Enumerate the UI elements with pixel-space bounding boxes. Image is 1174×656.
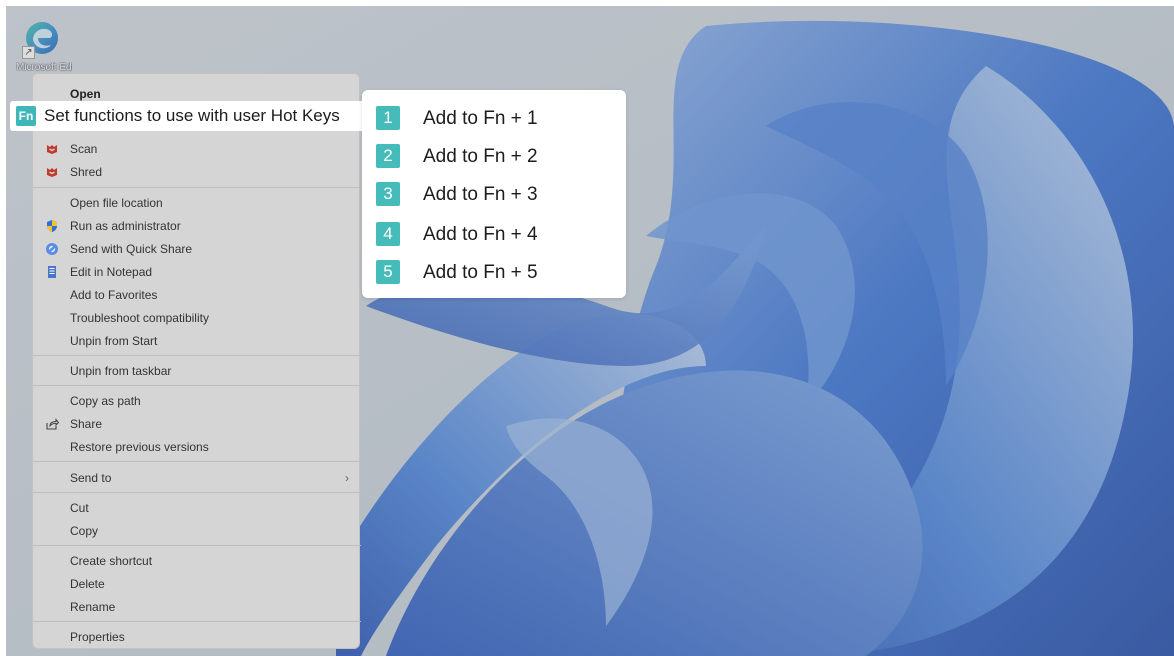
menu-item-label: Share: [70, 417, 103, 431]
number-1-icon: 1: [376, 106, 400, 130]
submenu-item-label: Add to Fn + 3: [423, 184, 538, 205]
menu-item-label: Unpin from Start: [70, 334, 158, 348]
menu-item-label: Rename: [70, 600, 116, 614]
menu-item-label: Troubleshoot compatibility: [70, 311, 209, 325]
number-4-icon: 4: [376, 222, 400, 246]
menu-separator: [33, 545, 361, 546]
hotkeys-submenu: 1 Add to Fn + 1 2 Add to Fn + 2 3 Add to…: [362, 90, 626, 298]
submenu-item-label: Add to Fn + 4: [423, 224, 538, 245]
menu-item-troubleshoot[interactable]: Troubleshoot compatibility: [33, 307, 361, 329]
menu-item-set-hotkeys[interactable]: Fn Set functions to use with user Hot Ke…: [10, 101, 365, 131]
menu-item-label: Add to Favorites: [70, 288, 158, 302]
submenu-item-fn-3[interactable]: 3 Add to Fn + 3: [376, 181, 616, 209]
quick-share-icon: [46, 243, 58, 255]
share-icon: [46, 418, 59, 430]
menu-item-edit-notepad[interactable]: Edit in Notepad: [33, 261, 361, 283]
menu-item-share[interactable]: Share: [33, 413, 361, 435]
menu-item-properties[interactable]: Properties: [33, 626, 361, 648]
menu-item-restore-versions[interactable]: Restore previous versions: [33, 436, 361, 458]
menu-item-scan[interactable]: Scan: [33, 138, 361, 160]
menu-item-label: Send to: [70, 471, 112, 485]
mcafee-icon: [47, 145, 57, 154]
submenu-item-label: Add to Fn + 2: [423, 146, 538, 167]
menu-item-rename[interactable]: Rename: [33, 596, 361, 618]
submenu-item-label: Add to Fn + 5: [423, 262, 538, 283]
shield-icon: [47, 220, 57, 232]
submenu-item-label: Add to Fn + 1: [423, 108, 538, 129]
menu-item-label: Send with Quick Share: [70, 242, 193, 256]
notepad-icon: [48, 266, 56, 278]
menu-item-label: Edit in Notepad: [70, 265, 153, 279]
menu-item-label: Open file location: [70, 196, 163, 210]
menu-item-cut[interactable]: Cut: [33, 497, 361, 519]
number-3-icon: 3: [376, 182, 400, 206]
context-menu: Open Scan Shred Open file location Run a…: [32, 73, 361, 649]
menu-separator: [33, 461, 361, 462]
menu-item-add-favorites[interactable]: Add to Favorites: [33, 284, 361, 306]
menu-item-open-file-location[interactable]: Open file location: [33, 192, 361, 214]
menu-separator: [33, 187, 361, 188]
mcafee-icon: [47, 168, 57, 177]
menu-item-label: Copy: [70, 524, 99, 538]
menu-item-copy-path[interactable]: Copy as path: [33, 390, 361, 412]
menu-item-quick-share[interactable]: Send with Quick Share: [33, 238, 361, 260]
menu-item-label: Unpin from taskbar: [70, 364, 172, 378]
menu-item-label: Shred: [70, 165, 103, 179]
menu-item-copy[interactable]: Copy: [33, 520, 361, 542]
menu-separator: [33, 621, 361, 622]
number-2-icon: 2: [376, 144, 400, 168]
fn-icon: Fn: [16, 106, 36, 126]
submenu-item-fn-5[interactable]: 5 Add to Fn + 5: [376, 259, 616, 287]
menu-separator: [33, 385, 361, 386]
menu-item-label: Create shortcut: [70, 554, 153, 568]
menu-item-label: Run as administrator: [70, 219, 181, 233]
menu-item-delete[interactable]: Delete: [33, 573, 361, 595]
menu-separator: [33, 492, 361, 493]
menu-item-label: Cut: [70, 501, 89, 515]
number-5-icon: 5: [376, 260, 400, 284]
menu-item-label: Set functions to use with user Hot Keys: [44, 106, 340, 125]
menu-item-label: Restore previous versions: [70, 440, 209, 454]
menu-item-run-as-admin[interactable]: Run as administrator: [33, 215, 361, 237]
menu-item-create-shortcut[interactable]: Create shortcut: [33, 550, 361, 572]
submenu-item-fn-2[interactable]: 2 Add to Fn + 2: [376, 143, 616, 171]
menu-separator: [33, 355, 361, 356]
chevron-right-icon: ›: [345, 471, 349, 485]
menu-item-unpin-start[interactable]: Unpin from Start: [33, 330, 361, 352]
submenu-item-fn-1[interactable]: 1 Add to Fn + 1: [376, 105, 616, 133]
submenu-item-fn-4[interactable]: 4 Add to Fn + 4: [376, 221, 616, 249]
menu-item-label: Properties: [70, 630, 125, 644]
menu-item-label: Copy as path: [70, 394, 141, 408]
menu-item-shred[interactable]: Shred: [33, 161, 361, 183]
menu-item-label: Scan: [70, 142, 98, 156]
menu-item-label: Delete: [70, 577, 105, 591]
menu-item-send-to[interactable]: Send to ›: [33, 467, 361, 489]
menu-item-unpin-taskbar[interactable]: Unpin from taskbar: [33, 360, 361, 382]
